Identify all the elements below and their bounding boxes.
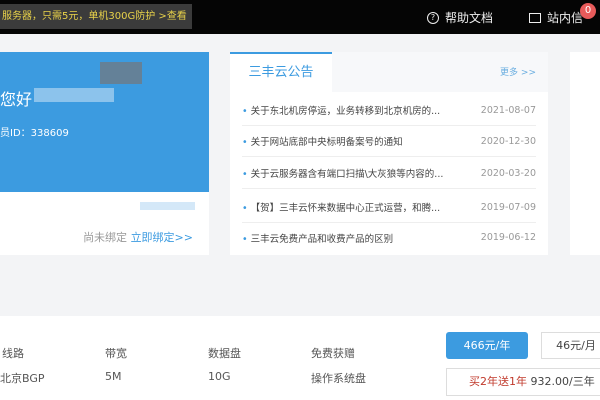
right-panel xyxy=(570,52,600,255)
bind-now-link[interactable]: 立即绑定>> xyxy=(131,231,193,244)
notice-item[interactable]: • 关于东北机房停运，业务转移到北京机房的... 2021-08-07 xyxy=(242,95,536,126)
spec-value: 操作系统盘 xyxy=(311,372,366,385)
username-blurred xyxy=(34,88,114,102)
notice-item[interactable]: • 关于云服务器含有端口扫描\大灰狼等内容的... 2020-03-20 xyxy=(242,158,536,189)
promo-price-button[interactable]: 买2年送1年 932.00/三年 xyxy=(446,368,600,396)
announcements-panel: 三丰云公告 更多 >> • 关于东北机房停运，业务转移到北京机房的... 2021-… xyxy=(230,52,548,255)
bind-status: 尚未绑定 xyxy=(83,231,128,244)
price-year-button[interactable]: 466元/年 xyxy=(446,332,528,359)
blurred-info xyxy=(140,202,195,210)
spec-label: 免费获赠 xyxy=(311,347,355,360)
help-icon: ? xyxy=(427,11,439,24)
spec-value: 10G xyxy=(208,370,231,383)
notice-item[interactable]: • 三丰云免费产品和收费产品的区别 2019-06-12 xyxy=(242,222,536,253)
bind-panel: 尚未绑定 立即绑定>> xyxy=(0,192,209,255)
help-docs-link[interactable]: ? 帮助文档 xyxy=(427,9,493,26)
notice-item[interactable]: • 【贺】三丰云怀来数据中心正式运营，和腾... 2019-07-09 xyxy=(242,192,536,223)
spec-label: 线路 xyxy=(2,347,24,360)
promo-banner[interactable]: 服务器，只需5元，单机300G防护 >查看 xyxy=(0,4,192,29)
spec-value: 北京BGP xyxy=(0,372,45,385)
spec-label: 带宽 xyxy=(105,347,127,360)
tab-announcements[interactable]: 三丰云公告 xyxy=(230,52,332,92)
message-count-badge: 0 xyxy=(580,3,596,19)
more-link[interactable]: 更多 >> xyxy=(500,65,536,78)
greeting: 您好 xyxy=(0,90,33,109)
avatar xyxy=(100,62,142,84)
member-id: 员ID：338609 xyxy=(0,128,69,139)
spec-label: 数据盘 xyxy=(208,347,241,360)
mail-icon xyxy=(529,12,541,23)
notice-item[interactable]: • 关于网站底部中央标明备案号的通知 2020-12-30 xyxy=(242,126,536,157)
messages-link[interactable]: 站内信 xyxy=(529,9,583,26)
price-month-button[interactable]: 46元/月 xyxy=(541,332,600,359)
spec-value: 5M xyxy=(105,370,122,383)
